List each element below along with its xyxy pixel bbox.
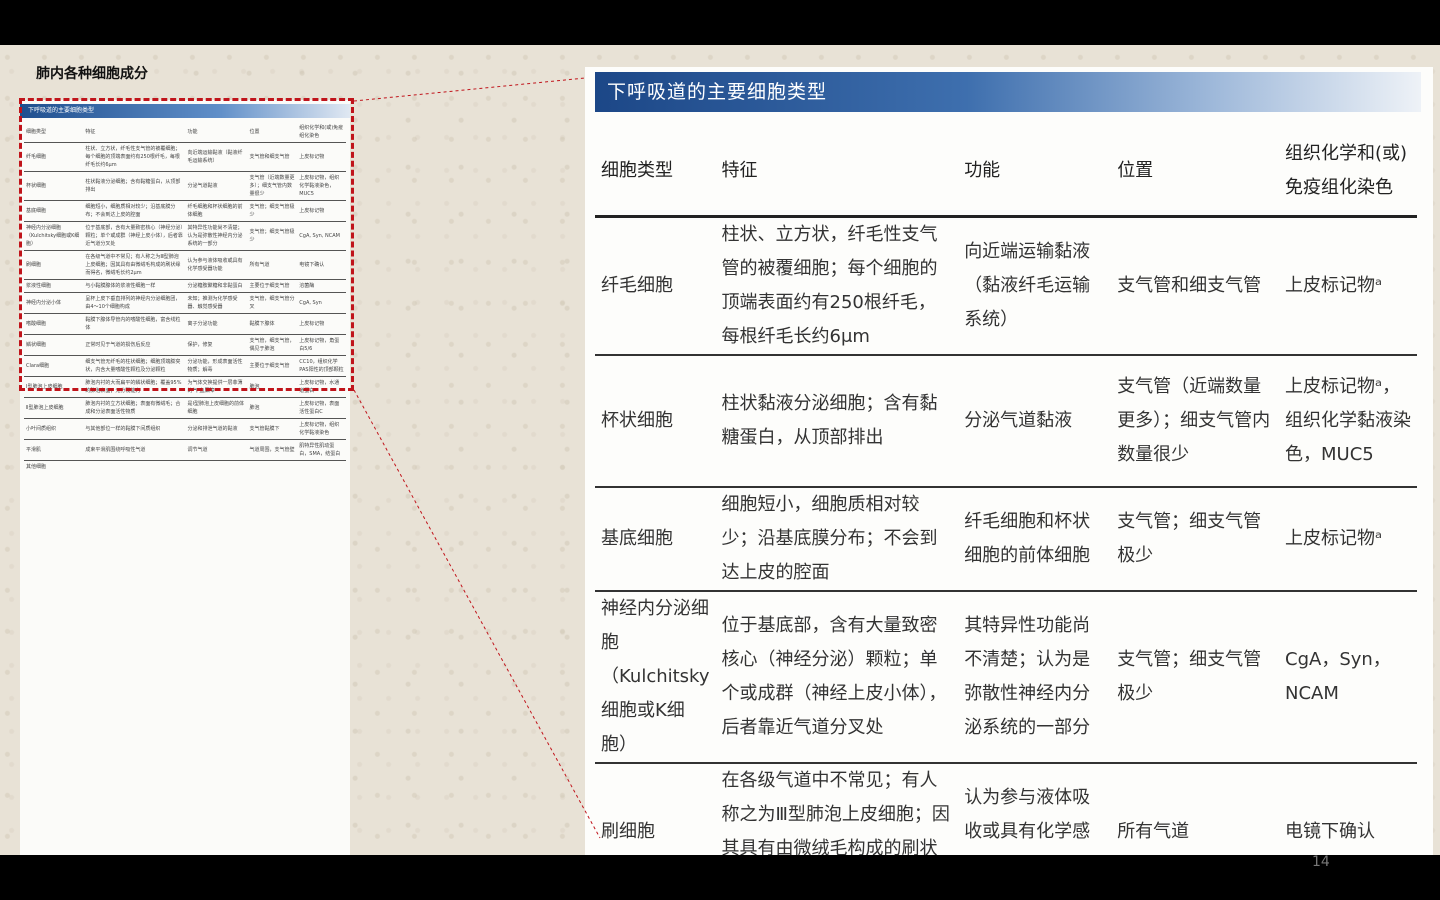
connector-line-top	[353, 77, 586, 102]
connector-line-bottom	[353, 389, 601, 839]
callout-connector-lines	[353, 77, 601, 839]
